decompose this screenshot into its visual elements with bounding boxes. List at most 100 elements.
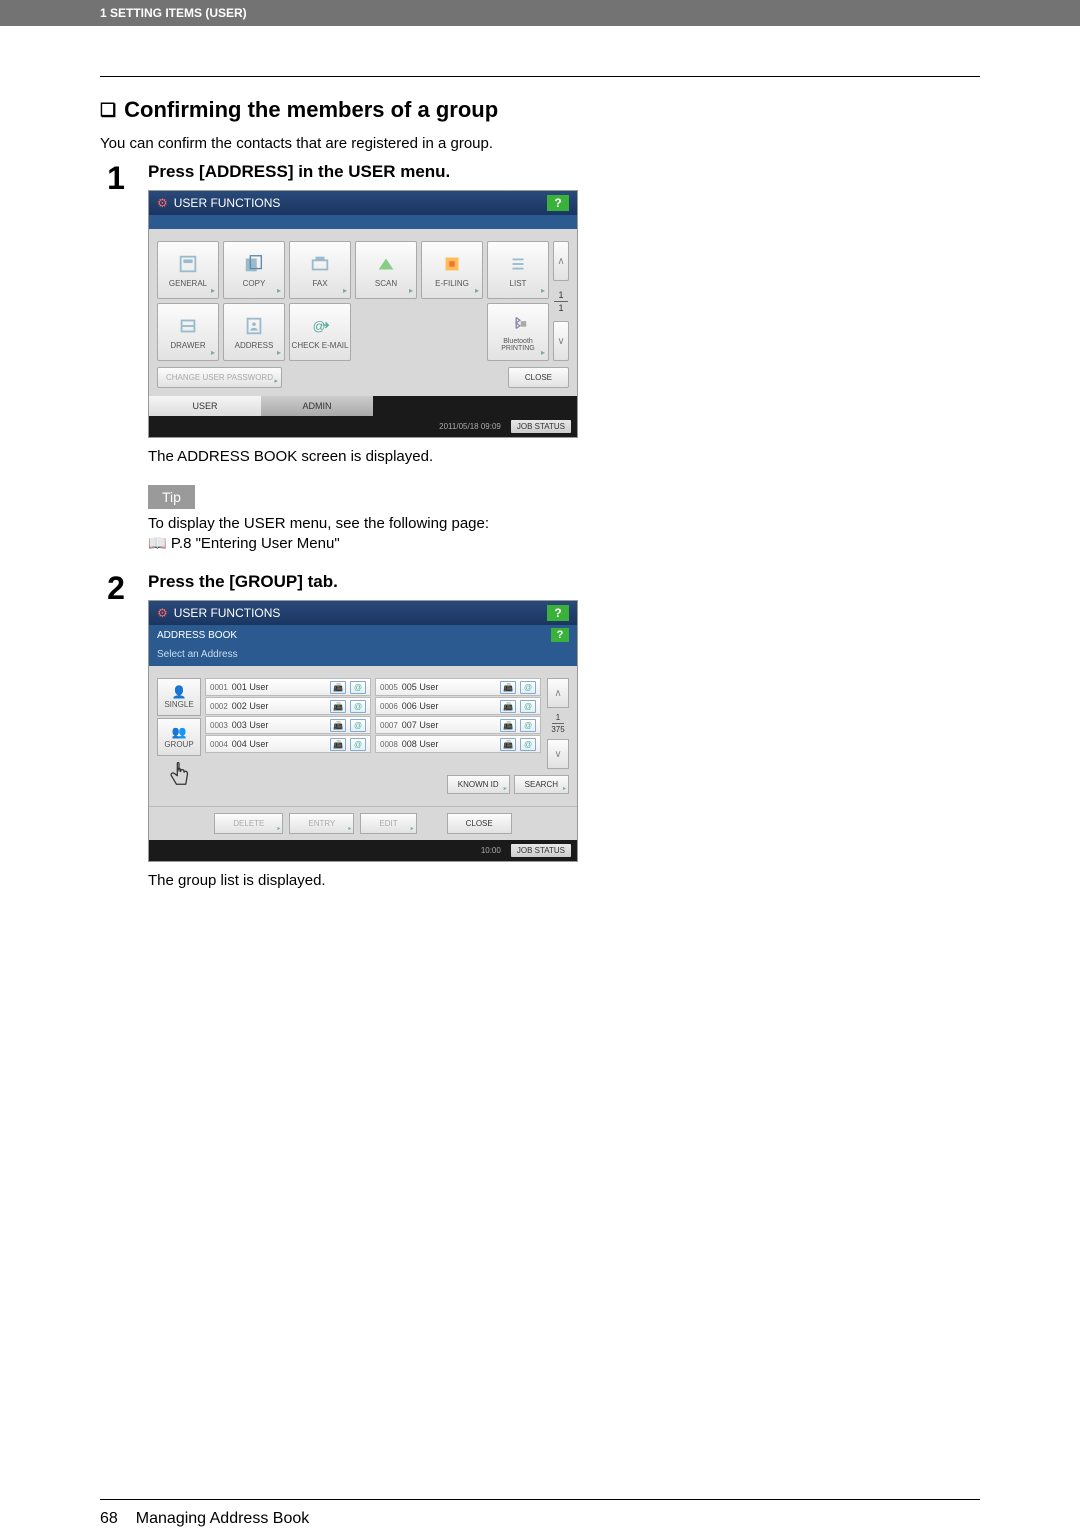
- search-button[interactable]: SEARCH▸: [514, 775, 569, 794]
- list-item[interactable]: 0002002 User📠@: [205, 697, 371, 715]
- bluetooth-printing-button[interactable]: Bluetooth PRINTING▸: [487, 303, 549, 361]
- fax-icon[interactable]: 📠: [500, 719, 516, 732]
- close-button[interactable]: CLOSE: [508, 367, 569, 388]
- step-body: Press [ADDRESS] in the USER menu. ⚙ USER…: [148, 162, 980, 552]
- drawer-button[interactable]: DRAWER▸: [157, 303, 219, 361]
- general-icon: [177, 253, 199, 275]
- fax-icon[interactable]: 📠: [500, 738, 516, 751]
- step-number: 2: [100, 572, 132, 899]
- list-item[interactable]: 0004004 User📠@: [205, 735, 371, 753]
- mail-icon[interactable]: @: [350, 738, 366, 751]
- count-indicator: 1 375: [547, 710, 569, 737]
- change-password-button[interactable]: CHANGE USER PASSWORD▸: [157, 367, 282, 388]
- mail-icon[interactable]: @: [350, 681, 366, 694]
- svg-text:@: @: [313, 318, 326, 333]
- copy-button[interactable]: COPY▸: [223, 241, 285, 299]
- help-button[interactable]: ?: [547, 605, 569, 621]
- mail-icon[interactable]: @: [520, 719, 536, 732]
- scan-button[interactable]: SCAN▸: [355, 241, 417, 299]
- rule-top: [100, 76, 980, 77]
- tools-icon: ⚙: [157, 606, 168, 620]
- scroll-up-button[interactable]: ∧: [547, 678, 569, 708]
- section-desc: You can confirm the contacts that are re…: [100, 135, 980, 152]
- section-title: ❏ Confirming the members of a group: [100, 97, 980, 123]
- step-title: Press the [GROUP] tab.: [148, 572, 980, 592]
- mail-icon[interactable]: @: [520, 738, 536, 751]
- single-tab[interactable]: 👤 SINGLE: [157, 678, 201, 716]
- screenshot-address-book: ⚙ USER FUNCTIONS ? ADDRESS BOOK ? Select…: [148, 600, 578, 862]
- list-item[interactable]: 0005005 User📠@: [375, 678, 541, 696]
- scroll-column: ∧ 1 375 ∨: [547, 678, 569, 769]
- status-time: 10:00: [481, 846, 501, 855]
- person-icon: 👤: [172, 685, 187, 699]
- entry-button[interactable]: ENTRY▸: [289, 813, 354, 834]
- group-tab[interactable]: 👥 GROUP: [157, 718, 201, 756]
- footer-title: Managing Address Book: [136, 1510, 309, 1528]
- screenshot-user-functions: ⚙ USER FUNCTIONS ? GENERAL▸ COPY▸ FAX▸: [148, 190, 578, 438]
- list-item[interactable]: 0003003 User📠@: [205, 716, 371, 734]
- bottom-button-row: CHANGE USER PASSWORD▸ CLOSE: [157, 367, 569, 388]
- mail-icon[interactable]: @: [350, 719, 366, 732]
- square-bullet-icon: ❏: [100, 100, 116, 121]
- job-status-button[interactable]: JOB STATUS: [511, 420, 571, 433]
- list-item[interactable]: 0007007 User📠@: [375, 716, 541, 734]
- scroll-down-button[interactable]: ∨: [547, 739, 569, 769]
- mail-icon[interactable]: @: [350, 700, 366, 713]
- edit-button[interactable]: EDIT▸: [360, 813, 416, 834]
- mail-icon[interactable]: @: [520, 681, 536, 694]
- fax-icon[interactable]: 📠: [330, 719, 346, 732]
- ss-body: GENERAL▸ COPY▸ FAX▸ SCAN▸ E-FILING▸ LIST…: [149, 229, 577, 396]
- section-title-text: Confirming the members of a group: [124, 97, 498, 123]
- scroll-column: ∧ 1 1 ∨: [553, 241, 569, 361]
- delete-button[interactable]: DELETE▸: [214, 813, 283, 834]
- list-item[interactable]: 0006006 User📠@: [375, 697, 541, 715]
- menu-grid: GENERAL▸ COPY▸ FAX▸ SCAN▸ E-FILING▸ LIST…: [157, 241, 569, 361]
- mail-icon[interactable]: @: [520, 700, 536, 713]
- admin-tab[interactable]: ADMIN: [261, 396, 373, 416]
- ss-subtitle-bar: ADDRESS BOOK ?: [149, 625, 577, 645]
- known-id-button[interactable]: KNOWN ID▸: [447, 775, 510, 794]
- bluetooth-icon: [507, 312, 529, 334]
- efiling-button[interactable]: E-FILING▸: [421, 241, 483, 299]
- scroll-down-button[interactable]: ∨: [553, 321, 569, 361]
- status-bar: 10:00 JOB STATUS: [149, 840, 577, 861]
- page-indicator: 1 1: [553, 285, 569, 317]
- hand-pointer-icon: [157, 754, 201, 794]
- close-button[interactable]: CLOSE: [447, 813, 512, 834]
- fax-icon[interactable]: 📠: [500, 681, 516, 694]
- list-item[interactable]: 0001001 User📠@: [205, 678, 371, 696]
- efiling-icon: [441, 253, 463, 275]
- help-button-small[interactable]: ?: [551, 628, 569, 642]
- scan-icon: [375, 253, 397, 275]
- instruction-bar: Select an Address: [149, 645, 577, 666]
- fax-icon[interactable]: 📠: [500, 700, 516, 713]
- tip-text: To display the USER menu, see the follow…: [148, 515, 980, 532]
- ss-title: USER FUNCTIONS: [174, 196, 281, 210]
- col-left: 0001001 User📠@ 0002002 User📠@ 0003003 Us…: [205, 678, 371, 769]
- fax-icon[interactable]: 📠: [330, 738, 346, 751]
- fax-icon[interactable]: 📠: [330, 681, 346, 694]
- footer-buttons: DELETE▸ ENTRY▸ EDIT▸ CLOSE: [149, 806, 577, 840]
- step-1: 1 Press [ADDRESS] in the USER menu. ⚙ US…: [100, 162, 980, 552]
- user-tab[interactable]: USER: [149, 396, 261, 416]
- fax-icon: [309, 253, 331, 275]
- group-icon: 👥: [172, 725, 187, 739]
- status-datetime: 2011/05/18 09:09: [439, 423, 501, 431]
- fax-button[interactable]: FAX▸: [289, 241, 351, 299]
- list-button[interactable]: LIST▸: [487, 241, 549, 299]
- help-button[interactable]: ?: [547, 195, 569, 211]
- address-button[interactable]: ADDRESS▸: [223, 303, 285, 361]
- list-item[interactable]: 0008008 User📠@: [375, 735, 541, 753]
- side-tabs: 👤 SINGLE 👥 GROUP: [157, 678, 201, 794]
- check-email-button[interactable]: @CHECK E-MAIL: [289, 303, 351, 361]
- drawer-icon: [177, 315, 199, 337]
- page-reference: 📖 P.8 "Entering User Menu": [148, 534, 980, 552]
- tip-badge: Tip: [148, 485, 195, 509]
- step-title: Press [ADDRESS] in the USER menu.: [148, 162, 980, 182]
- scroll-up-button[interactable]: ∧: [553, 241, 569, 281]
- job-status-button[interactable]: JOB STATUS: [511, 844, 571, 857]
- fax-icon[interactable]: 📠: [330, 700, 346, 713]
- address-list: 0001001 User📠@ 0002002 User📠@ 0003003 Us…: [205, 678, 569, 794]
- general-button[interactable]: GENERAL▸: [157, 241, 219, 299]
- tools-icon: ⚙: [157, 196, 168, 210]
